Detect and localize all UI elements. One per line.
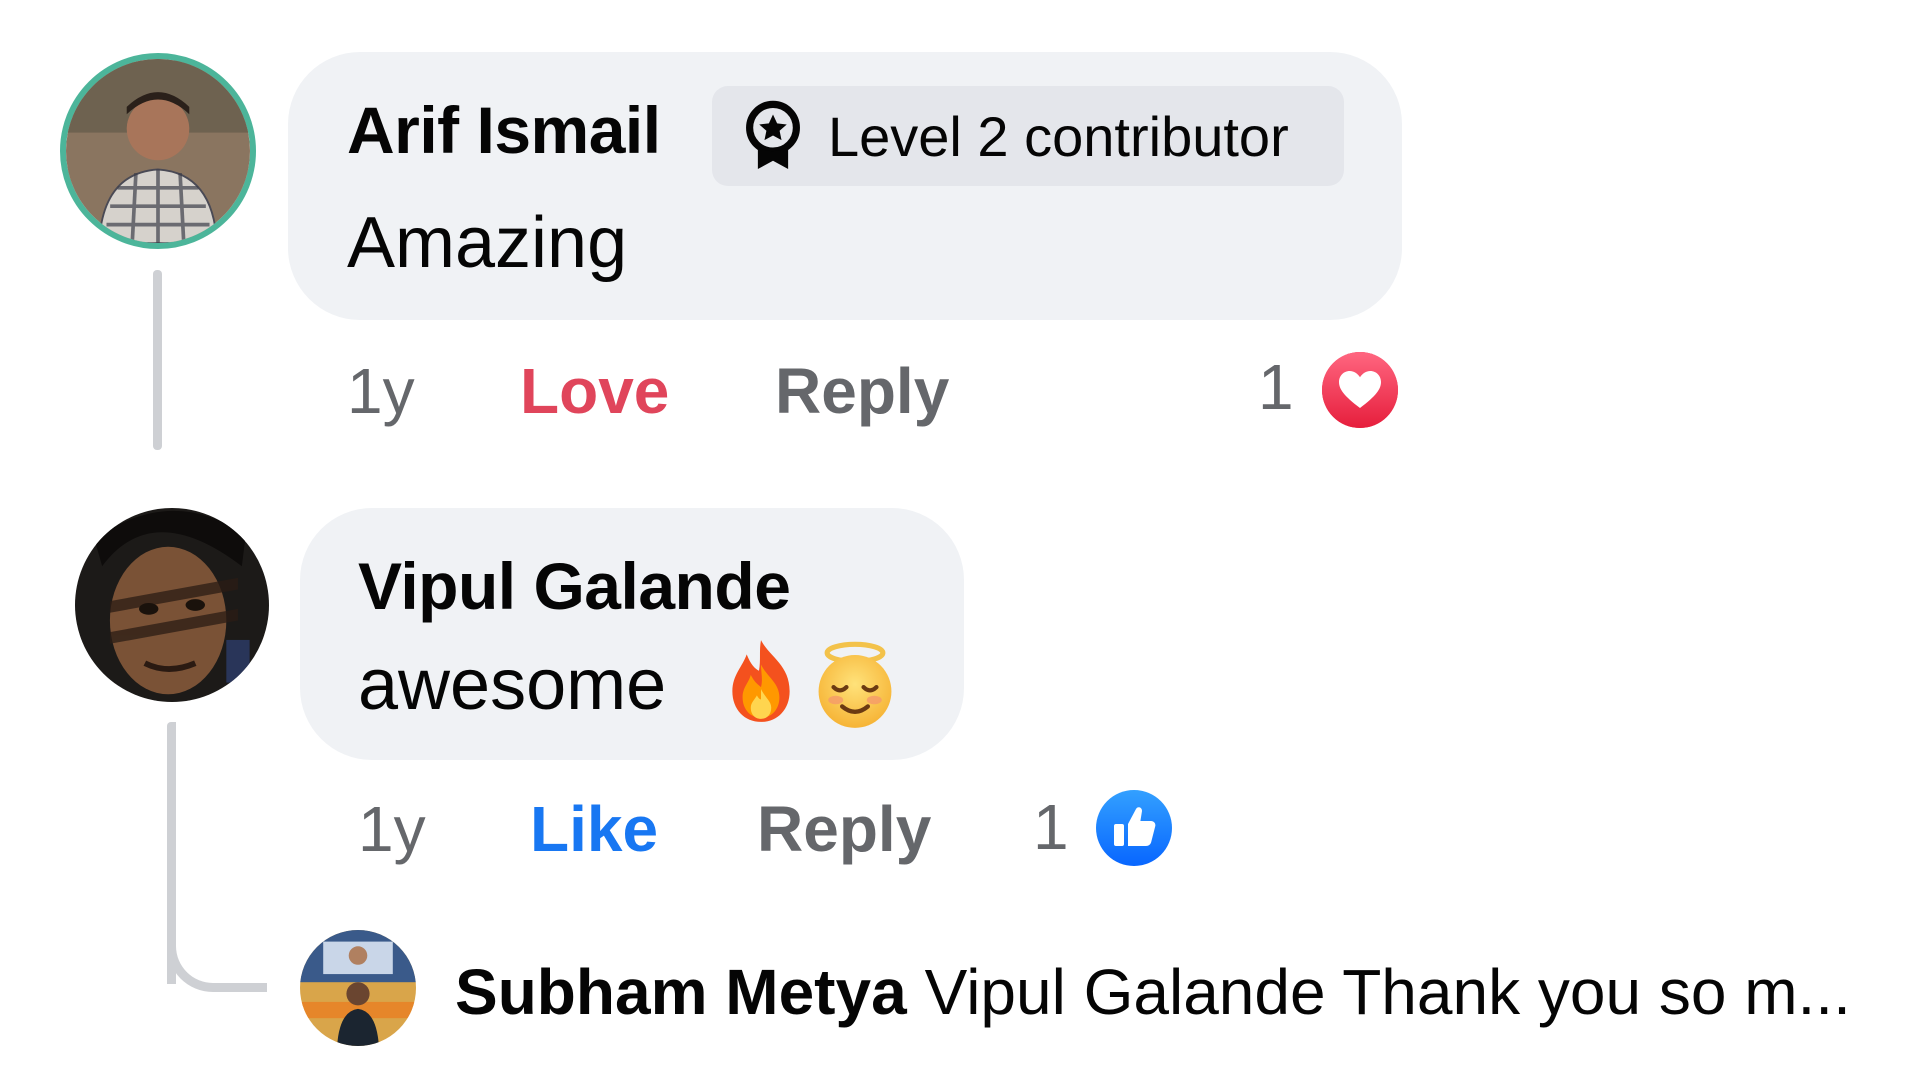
fire-emoji <box>718 636 804 726</box>
reply-snippet: Vipul Galande Thank you so m... <box>924 956 1851 1028</box>
reply-button[interactable]: Reply <box>775 354 949 428</box>
avatar-photo <box>66 59 250 243</box>
reply-button[interactable]: Reply <box>757 792 931 866</box>
reply-preview[interactable]: Subham Metya Vipul Galande Thank you so m… <box>455 955 1851 1029</box>
comment-timestamp[interactable]: 1y <box>358 792 426 866</box>
contributor-badge[interactable]: Level 2 contributor <box>712 86 1344 186</box>
avatar-photo <box>300 930 416 1046</box>
smiling-face-with-halo-emoji <box>812 640 898 730</box>
thread-connector <box>153 270 162 450</box>
thumbs-up-icon[interactable] <box>1094 788 1174 868</box>
reaction-count[interactable]: 1 <box>1033 790 1069 864</box>
avatar[interactable] <box>75 508 269 702</box>
reaction-count[interactable]: 1 <box>1258 350 1294 424</box>
reply-connector <box>167 930 267 992</box>
avatar[interactable] <box>60 53 256 249</box>
badge-label: Level 2 contributor <box>828 104 1289 168</box>
heart-icon[interactable] <box>1320 350 1400 430</box>
comment-timestamp[interactable]: 1y <box>347 354 415 428</box>
like-button[interactable]: Like <box>530 792 658 866</box>
avatar-photo <box>75 508 269 702</box>
comment-author[interactable]: Vipul Galande <box>358 548 791 624</box>
comment-thread: Arif Ismail Level 2 contributor Amazing … <box>0 0 1920 1080</box>
love-button[interactable]: Love <box>520 354 669 428</box>
comment-text: Amazing <box>347 203 628 283</box>
comment-text: awesome <box>358 645 667 725</box>
reply-author[interactable]: Subham Metya <box>455 956 907 1028</box>
avatar[interactable] <box>300 930 416 1046</box>
comment-author[interactable]: Arif Ismail <box>347 92 661 168</box>
award-badge-icon <box>746 100 800 169</box>
